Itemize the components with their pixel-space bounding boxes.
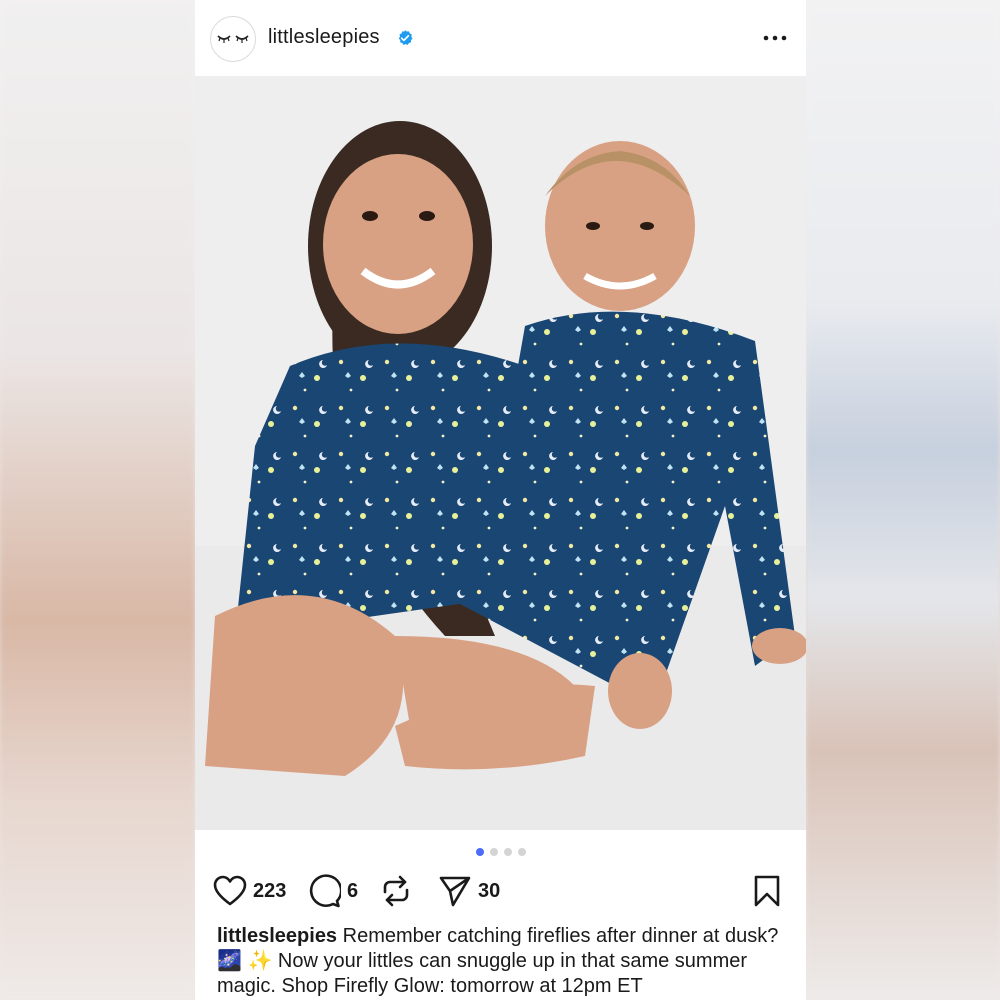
comment-button[interactable]: 6 [307, 872, 358, 910]
sleepy-eyes-logo-icon [217, 35, 249, 43]
like-button[interactable]: 223 [213, 872, 286, 910]
comment-icon [309, 874, 341, 908]
send-icon [439, 876, 471, 907]
post-actions: 223 6 30 [213, 872, 793, 910]
post-header: littlesleepies [195, 0, 806, 76]
comment-count: 6 [347, 879, 359, 902]
profile-avatar[interactable] [210, 16, 256, 62]
heart-icon [213, 875, 247, 906]
bookmark-icon [754, 875, 780, 907]
more-options-icon [763, 35, 787, 41]
save-button[interactable] [753, 872, 781, 910]
post-caption: littlesleepies Remember catching firefli… [217, 924, 787, 999]
carousel-dot-active [475, 848, 484, 856]
share-count: 30 [478, 879, 501, 902]
caption-username[interactable]: littlesleepies [217, 925, 337, 947]
more-options-button[interactable] [760, 26, 790, 50]
carousel-indicator [195, 848, 806, 858]
carousel-dot [489, 848, 498, 856]
verified-badge-icon [398, 30, 413, 45]
share-button[interactable]: 30 [438, 872, 500, 910]
repost-icon [383, 875, 409, 907]
post-card: littlesleepies 223 6 30 littlesleepies R… [195, 0, 806, 1000]
blurred-background-left [0, 0, 195, 1000]
like-count: 223 [253, 879, 287, 902]
carousel-dot [517, 848, 526, 856]
post-image[interactable] [195, 76, 806, 830]
post-username[interactable]: littlesleepies [268, 26, 380, 49]
post-photo-illustration [195, 76, 806, 830]
carousel-dot [503, 848, 512, 856]
repost-button[interactable] [380, 872, 412, 910]
blurred-background-right [806, 0, 1000, 1000]
